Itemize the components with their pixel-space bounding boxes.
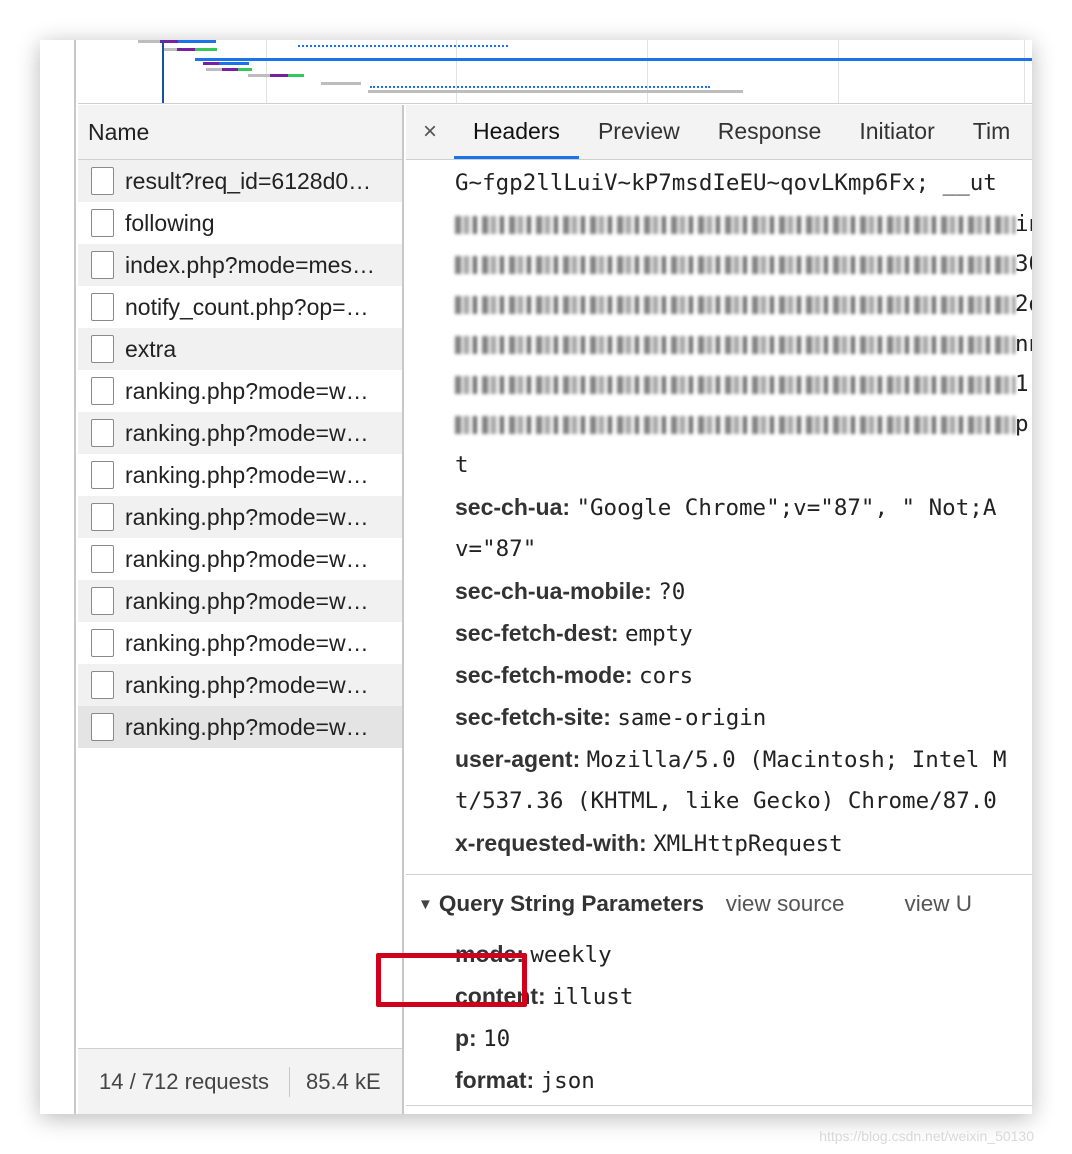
document-icon bbox=[91, 419, 114, 447]
request-name: notify_count.php?op=… bbox=[125, 293, 369, 320]
request-list: result?req_id=6128d0… following index.php?… bbox=[78, 160, 402, 748]
header-row: sec-ch-ua-mobile: ?0 bbox=[455, 578, 686, 605]
header-row: user-agent: Mozilla/5.0 (Macintosh; Inte… bbox=[455, 746, 1007, 773]
header-row: x-requested-with: XMLHttpRequest bbox=[455, 830, 843, 857]
document-icon bbox=[91, 587, 114, 615]
header-row-continued: t/537.36 (KHTML, like Gecko) Chrome/87.0 bbox=[455, 788, 997, 814]
redacted-cookie-line: nn bbox=[455, 324, 1032, 364]
request-row[interactable]: ranking.php?mode=w… bbox=[78, 622, 402, 664]
request-row[interactable]: ranking.php?mode=w… bbox=[78, 538, 402, 580]
close-icon[interactable]: × bbox=[406, 105, 454, 159]
redacted-cookie-line: p bbox=[455, 404, 1032, 444]
request-name: ranking.php?mode=w… bbox=[125, 587, 369, 614]
request-row[interactable]: ranking.php?mode=w… bbox=[78, 580, 402, 622]
tab-initiator[interactable]: Initiator bbox=[840, 105, 953, 159]
header-row: sec-fetch-dest: empty bbox=[455, 620, 693, 647]
request-count: 14 / 712 requests bbox=[78, 1066, 291, 1097]
query-param-row: mode: weekly bbox=[455, 941, 612, 968]
document-icon bbox=[91, 671, 114, 699]
tab-preview[interactable]: Preview bbox=[579, 105, 699, 159]
request-name: ranking.php?mode=w… bbox=[125, 503, 369, 530]
request-row[interactable]: ranking.php?mode=w… bbox=[78, 706, 402, 748]
name-column-header[interactable]: Name bbox=[78, 105, 402, 160]
query-param-row: content: illust bbox=[455, 983, 634, 1010]
request-name: ranking.php?mode=w… bbox=[125, 461, 369, 488]
tab-response[interactable]: Response bbox=[699, 105, 841, 159]
header-row-continued: v="87" bbox=[455, 536, 537, 562]
document-icon bbox=[91, 335, 114, 363]
highlight-annotation-box bbox=[376, 953, 527, 1007]
request-name: ranking.php?mode=w… bbox=[125, 377, 369, 404]
triangle-down-icon[interactable]: ▼ bbox=[418, 896, 433, 913]
document-icon bbox=[91, 293, 114, 321]
document-icon bbox=[91, 251, 114, 279]
view-url-encoded-link[interactable]: view U bbox=[904, 891, 972, 917]
document-icon bbox=[91, 629, 114, 657]
details-tabbar: × Headers Preview Response Initiator Tim bbox=[406, 105, 1032, 160]
redacted-cookie-line: int bbox=[455, 204, 1032, 244]
transferred-size: 85.4 kE bbox=[306, 1068, 381, 1094]
view-source-link[interactable]: view source bbox=[726, 891, 845, 917]
header-row: sec-fetch-site: same-origin bbox=[455, 704, 767, 731]
document-icon bbox=[91, 209, 114, 237]
request-row[interactable]: following bbox=[78, 202, 402, 244]
watermark: https://blog.csdn.net/weixin_50130 bbox=[819, 1128, 1034, 1144]
redacted-cookie-line: 2d bbox=[455, 284, 1032, 324]
request-name: ranking.php?mode=w… bbox=[125, 419, 369, 446]
document-icon bbox=[91, 503, 114, 531]
document-icon bbox=[91, 545, 114, 573]
query-param-row: format: json bbox=[455, 1067, 595, 1094]
request-row[interactable]: ranking.php?mode=w… bbox=[78, 370, 402, 412]
document-icon bbox=[91, 461, 114, 489]
cookie-value-line: G~fgp2llLuiV~kP7msdIeEU~qovLKmp6Fx; __ut bbox=[455, 170, 997, 196]
header-row: sec-ch-ua: "Google Chrome";v="87", " Not… bbox=[455, 494, 997, 521]
request-name: ranking.php?mode=w… bbox=[125, 713, 369, 740]
cookie-value-line: t bbox=[455, 452, 469, 478]
redacted-cookie-line: 1 bbox=[455, 364, 1032, 404]
tab-timing[interactable]: Tim bbox=[954, 105, 1029, 159]
request-row[interactable]: notify_count.php?op=… bbox=[78, 286, 402, 328]
request-list-panel: Name result?req_id=6128d0… following index… bbox=[78, 105, 404, 1114]
document-icon bbox=[91, 377, 114, 405]
request-name: following bbox=[125, 209, 215, 236]
request-name: extra bbox=[125, 335, 177, 362]
request-name: index.php?mode=mes… bbox=[125, 251, 375, 278]
redacted-cookie-line: 30 bbox=[455, 244, 1032, 284]
request-headers-list: G~fgp2llLuiV~kP7msdIeEU~qovLKmp6Fx; __ut… bbox=[406, 160, 1032, 864]
network-status-bar: 14 / 712 requests 85.4 kE bbox=[78, 1048, 402, 1114]
request-row[interactable]: extra bbox=[78, 328, 402, 370]
request-row[interactable]: result?req_id=6128d0… bbox=[78, 160, 402, 202]
request-name: ranking.php?mode=w… bbox=[125, 545, 369, 572]
tab-headers[interactable]: Headers bbox=[454, 105, 579, 159]
request-name: ranking.php?mode=w… bbox=[125, 671, 369, 698]
query-param-row: p: 10 bbox=[455, 1025, 511, 1052]
header-row: sec-fetch-mode: cors bbox=[455, 662, 694, 689]
network-overview-timeline[interactable] bbox=[78, 40, 1032, 104]
query-string-section-header[interactable]: ▼ Query String Parameters view source vi… bbox=[406, 875, 1032, 933]
left-edge bbox=[40, 40, 76, 1114]
document-icon bbox=[91, 167, 114, 195]
request-row[interactable]: ranking.php?mode=w… bbox=[78, 496, 402, 538]
request-row[interactable]: ranking.php?mode=w… bbox=[78, 664, 402, 706]
request-row[interactable]: ranking.php?mode=w… bbox=[78, 454, 402, 496]
request-row[interactable]: index.php?mode=mes… bbox=[78, 244, 402, 286]
section-title: Query String Parameters bbox=[438, 891, 704, 916]
devtools-window: Name result?req_id=6128d0… following index… bbox=[40, 40, 1032, 1114]
request-name: ranking.php?mode=w… bbox=[125, 629, 369, 656]
request-name: result?req_id=6128d0… bbox=[125, 167, 372, 194]
request-row[interactable]: ranking.php?mode=w… bbox=[78, 412, 402, 454]
document-icon bbox=[91, 713, 114, 741]
